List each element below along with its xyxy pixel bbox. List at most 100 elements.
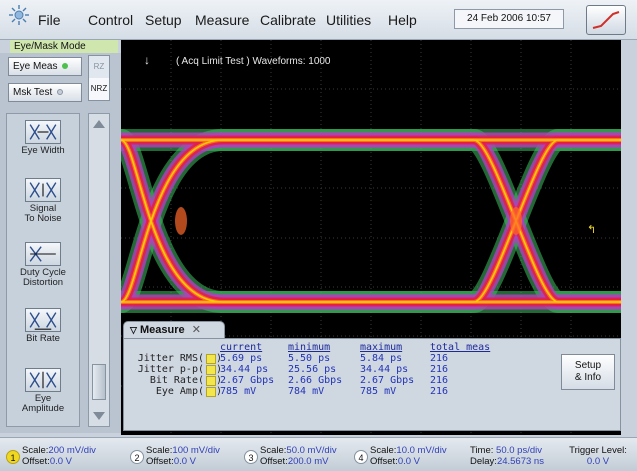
header-total-meas: total meas (430, 342, 491, 353)
scroll-thumb[interactable] (92, 364, 106, 400)
value-maximum: 34.44 ps (360, 364, 409, 375)
trigger-label: Trigger Level: (569, 445, 627, 456)
channel-2-offset: 0.0 V (173, 456, 196, 467)
measure-tab-label: Measure (139, 324, 185, 336)
eye-amplitude-label: Eye Amplitude (21, 393, 65, 414)
channel-4-setting[interactable]: 4 Scale:10.0 mV/div Offset:0.0 V (354, 442, 462, 470)
delay-value: 24.5673 ns (496, 456, 544, 467)
eye-meas-label: Eye Meas (13, 61, 58, 72)
setup-info-button[interactable]: Setup & Info (561, 354, 615, 390)
value-minimum: 5.50 ps (288, 353, 331, 364)
channel-2-badge: 2 (130, 450, 144, 464)
collapse-icon[interactable]: ▽ (130, 325, 137, 335)
source-ch1-icon (206, 387, 216, 397)
offset-label: Offset: (22, 456, 50, 467)
msk-test-button[interactable]: Msk Test (8, 83, 82, 102)
trigger-position-icon: ↓ (144, 53, 150, 67)
value-total: 216 (430, 375, 449, 386)
scale-label: Scale: (370, 445, 397, 456)
value-maximum: 5.84 ps (360, 353, 403, 364)
offset-label: Offset: (260, 456, 288, 467)
value-current: 5.69 ps (220, 353, 263, 364)
menu-help[interactable]: Help (388, 12, 417, 28)
channel-1-badge: 1 (6, 450, 20, 464)
mode-label: Eye/Mask Mode (10, 40, 118, 53)
channel-3-scale: 50.0 mV/div (286, 445, 337, 456)
header-current: current (220, 342, 263, 353)
source-ch1-icon (206, 354, 216, 364)
time-per-div: 50.0 ps/div (496, 445, 542, 456)
channel-4-scale: 10.0 mV/div (396, 445, 447, 456)
value-total: 216 (430, 364, 449, 375)
meas-bit-rate[interactable]: Bit Rate (7, 308, 79, 344)
measure-table: current minimum maximum total meas Jitte… (123, 338, 621, 431)
channel-3-setting[interactable]: 3 Scale:50.0 mV/div Offset:200.0 mV (244, 442, 350, 470)
menu-setup[interactable]: Setup (145, 12, 182, 28)
channel-3-badge: 3 (244, 450, 258, 464)
channel-4-badge: 4 (354, 450, 368, 464)
delay-label: Delay: (470, 456, 497, 467)
duty-cycle-distortion-icon (25, 242, 61, 266)
channel-2-setting[interactable]: 2 Scale:100 mV/div Offset:0.0 V (130, 442, 240, 470)
acquisition-status: ( Acq Limit Test ) Waveforms: 1000 (176, 56, 331, 67)
format-toggle[interactable]: RZ NRZ (88, 55, 110, 101)
meas-signal-to-noise[interactable]: Signal To Noise (7, 178, 79, 224)
toggle-rz[interactable]: RZ (89, 56, 109, 78)
signal-to-noise-icon (25, 178, 61, 202)
measure-panel: ▽ Measure ✕ current minimum maximum tota… (123, 321, 621, 431)
trigger-level-marker: ↰ (587, 224, 596, 236)
value-minimum: 784 mV (288, 386, 325, 397)
scale-label: Scale: (146, 445, 173, 456)
signal-to-noise-label: Signal To Noise (24, 203, 62, 224)
eye-width-label: Eye Width (21, 145, 65, 156)
menu-measure[interactable]: Measure (195, 12, 249, 28)
meas-eye-amplitude[interactable]: Eye Amplitude (7, 368, 79, 414)
value-maximum: 785 mV (360, 386, 397, 397)
toggle-nrz[interactable]: NRZ (89, 78, 109, 100)
msk-test-label: Msk Test (13, 87, 53, 98)
scale-label: Scale: (260, 445, 287, 456)
scroll-down-icon[interactable] (91, 409, 107, 423)
app-sun-icon (9, 5, 29, 25)
scroll-up-icon[interactable] (91, 117, 107, 131)
signal-path-button[interactable] (586, 5, 626, 35)
value-current: 34.44 ps (220, 364, 269, 375)
channel-3-offset: 200.0 mV (287, 456, 329, 467)
menu-calibrate[interactable]: Calibrate (260, 12, 316, 28)
eye-crossing (510, 207, 522, 235)
row-label: Jitter p-p( (137, 364, 204, 375)
header-minimum: minimum (288, 342, 331, 353)
timebase-setting[interactable]: Time: 50.0 ps/div Delay:24.5673 ns (470, 442, 554, 470)
signal-path-icon (592, 11, 620, 29)
offset-label: Offset: (146, 456, 174, 467)
led-off-icon (57, 89, 64, 95)
source-ch1-icon (206, 365, 216, 375)
measurement-scrollbar[interactable] (88, 113, 110, 427)
menu-file[interactable]: File (38, 12, 61, 28)
channel-2-scale: 100 mV/div (172, 445, 220, 456)
setup-info-line2: & Info (574, 372, 602, 383)
value-current: 785 mV (220, 386, 257, 397)
meas-eye-width[interactable]: Eye Width (7, 120, 79, 156)
header-maximum: maximum (360, 342, 403, 353)
measure-tab[interactable]: ▽ Measure ✕ (123, 321, 225, 339)
value-total: 216 (430, 353, 449, 364)
eye-amplitude-icon (25, 368, 61, 392)
left-panel: Eye Meas Msk Test RZ NRZ Eye Width Signa… (0, 53, 121, 433)
menu-control[interactable]: Control (88, 12, 133, 28)
menu-utilities[interactable]: Utilities (326, 12, 371, 28)
bit-rate-label: Bit Rate (26, 333, 60, 344)
meas-duty-cycle-distortion[interactable]: Duty Cycle Distortion (7, 242, 79, 288)
channel-1-setting[interactable]: 1 Scale:200 mV/div Offset:0.0 V (6, 442, 124, 470)
eye-meas-button[interactable]: Eye Meas (8, 57, 82, 76)
trigger-setting[interactable]: Trigger Level: 0.0 V (562, 442, 634, 470)
value-current: 2.67 Gbps (220, 375, 275, 386)
menu-bar: File Control Setup Measure Calibrate Uti… (0, 0, 637, 40)
channel-1-offset: 0.0 V (49, 456, 72, 467)
bit-rate-icon (25, 308, 61, 332)
close-icon[interactable]: ✕ (192, 324, 201, 336)
source-ch1-icon (206, 376, 216, 386)
row-label: Bit Rate( (149, 375, 204, 386)
led-on-icon (62, 63, 69, 69)
eye-width-icon (25, 120, 61, 144)
